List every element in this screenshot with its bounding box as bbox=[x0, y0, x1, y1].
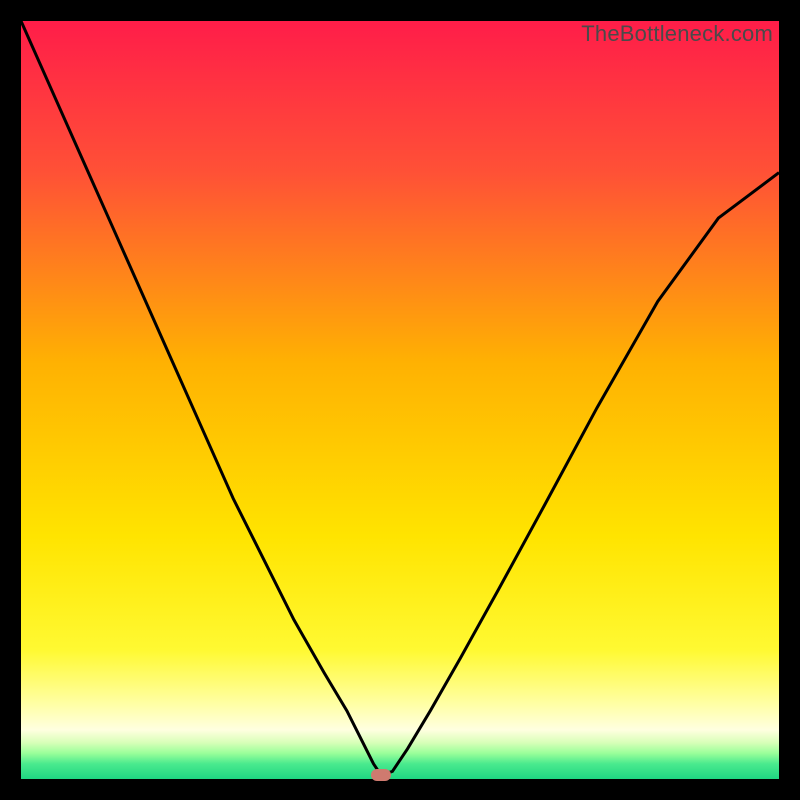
watermark-text: TheBottleneck.com bbox=[581, 21, 773, 47]
optimum-marker bbox=[371, 769, 391, 781]
bottleneck-curve bbox=[21, 21, 779, 775]
chart-frame: TheBottleneck.com bbox=[21, 21, 779, 779]
curve-layer bbox=[21, 21, 779, 779]
